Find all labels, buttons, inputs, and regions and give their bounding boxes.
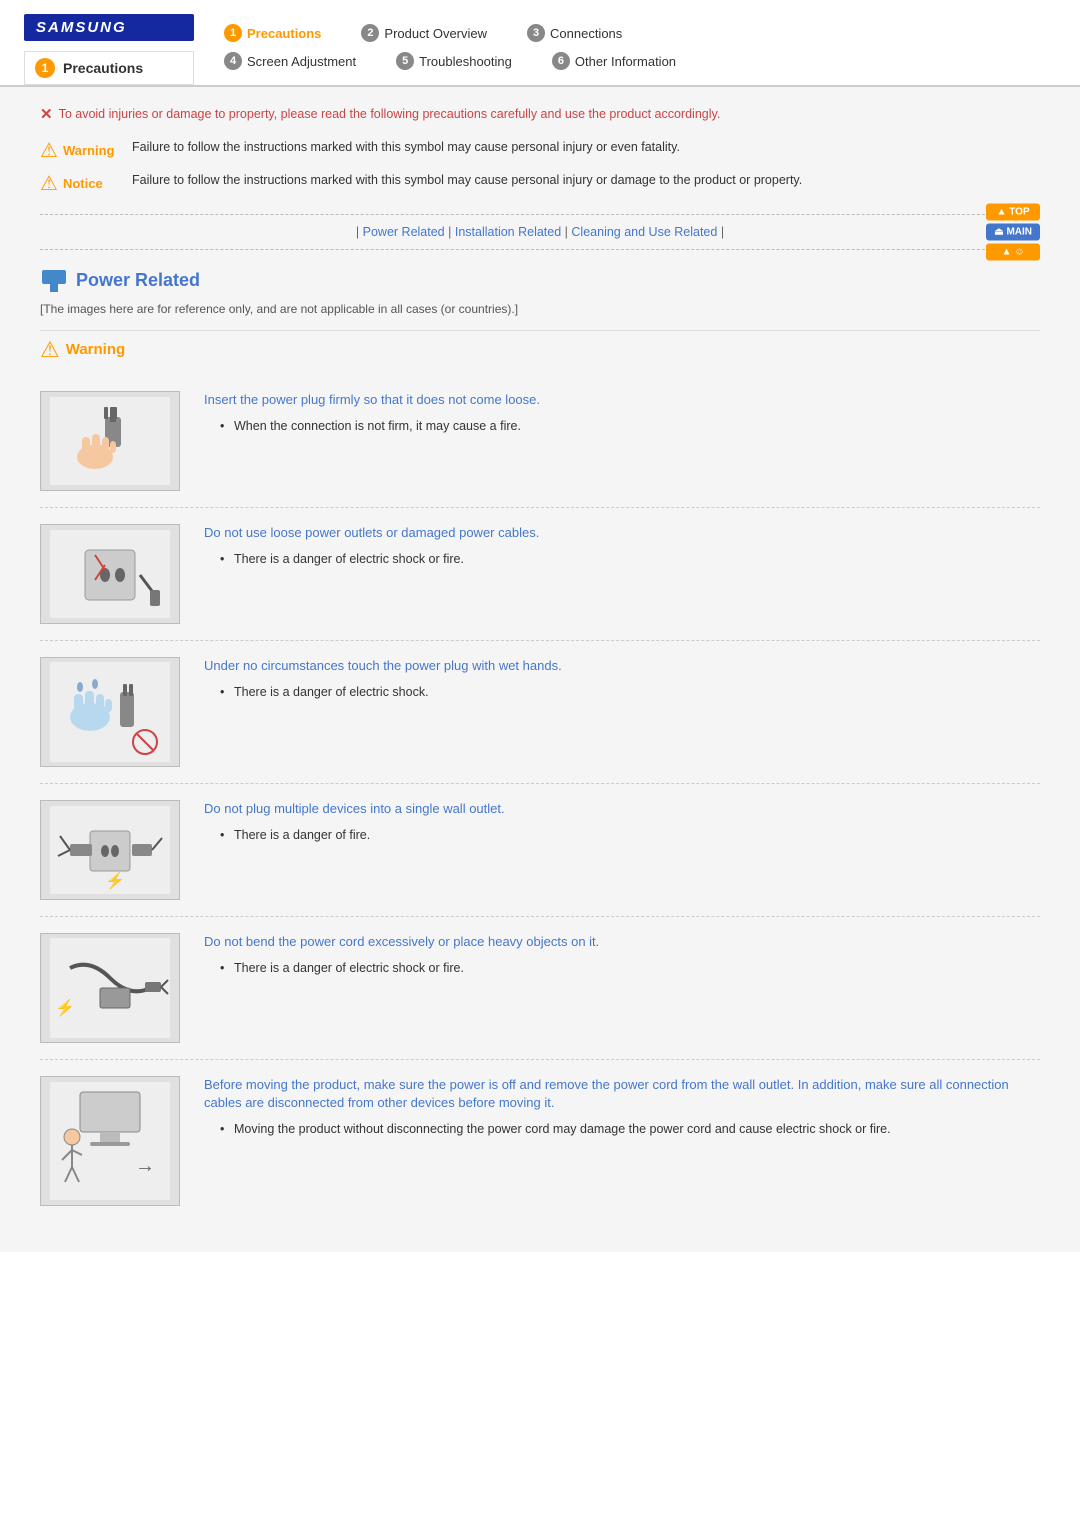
power-section-label: Power Related [76,270,200,291]
instruction-bullets-6: • Moving the product without disconnecti… [204,1120,1040,1139]
link-cleaning-use-related[interactable]: Cleaning and Use Related [571,225,717,239]
warning-badge-row: ⚠ Warning Failure to follow the instruct… [40,138,1040,163]
bullet-3-0: • There is a danger of electric shock. [220,683,1040,702]
instruction-title-1: Insert the power plug firmly so that it … [204,391,1040,409]
instruction-img-6: → [40,1076,180,1206]
instruction-row-4: ⚡ Do not plug multiple devices into a si… [40,784,1040,917]
nav-item-screen-adjustment[interactable]: 4 Screen Adjustment [224,52,356,70]
instruction-bullets-1: • When the connection is not firm, it ma… [204,417,1040,436]
nav-row-2: 4 Screen Adjustment 5 Troubleshooting 6 … [224,52,1056,70]
svg-text:⚡: ⚡ [55,998,75,1017]
nav-item-precautions[interactable]: 1 Precautions [224,24,321,42]
nav-item-other-information[interactable]: 6 Other Information [552,52,676,70]
notice-bar: ✕ To avoid injuries or damage to propert… [40,105,1040,124]
links-bar: | Power Related | Installation Related |… [40,214,1040,250]
bullet-4-0: • There is a danger of fire. [220,826,1040,845]
instruction-row-6: → Before moving the product, make sure t… [40,1060,1040,1222]
warning-label: Warning [63,143,115,158]
instruction-content-4: Do not plug multiple devices into a sing… [204,800,1040,845]
instruction-title-3: Under no circumstances touch the power p… [204,657,1040,675]
instruction-row-5: ⚡ Do not bend the power cord excessively… [40,917,1040,1060]
notice-triangle-icon: ⚠ [40,171,58,196]
warning-section-label: ⚠ Warning [40,330,1040,369]
top-button[interactable]: ▲ TOP [986,203,1040,220]
notice-badge-row: ⚠ Notice Failure to follow the instructi… [40,171,1040,196]
badges-container: ⚠ Warning Failure to follow the instruct… [40,138,1040,196]
instruction-title-6: Before moving the product, make sure the… [204,1076,1040,1112]
instruction-img-3 [40,657,180,767]
instruction-row-3: Under no circumstances touch the power p… [40,641,1040,784]
link-installation-related[interactable]: Installation Related [455,225,561,239]
up-button[interactable]: ▲ ☺ [986,243,1040,260]
instruction-row-2: Do not use loose power outlets or damage… [40,508,1040,641]
warning-badge: ⚠ Warning [40,138,120,163]
instruction-content-5: Do not bend the power cord excessively o… [204,933,1040,978]
instruction-content-3: Under no circumstances touch the power p… [204,657,1040,702]
link-power-related[interactable]: Power Related [363,225,445,239]
notice-badge: ⚠ Notice [40,171,120,196]
notice-text: Failure to follow the instructions marke… [132,171,802,190]
svg-text:⚡: ⚡ [105,871,125,890]
instruction-img-2 [40,524,180,624]
power-icon [40,270,68,292]
nav-item-product-overview[interactable]: 2 Product Overview [361,24,487,42]
x-icon: ✕ [40,105,53,123]
instruction-bullets-4: • There is a danger of fire. [204,826,1040,845]
notice-label: Notice [63,176,103,191]
instruction-content-6: Before moving the product, make sure the… [204,1076,1040,1139]
bullet-6-0: • Moving the product without disconnecti… [220,1120,1040,1139]
bullet-2-0: • There is a danger of electric shock or… [220,550,1040,569]
instruction-title-2: Do not use loose power outlets or damage… [204,524,1040,542]
power-section-title: Power Related [40,270,1040,292]
nav-item-connections[interactable]: 3 Connections [527,24,622,42]
warning-section-icon: ⚠ [40,337,60,363]
samsung-logo: SAMSUNG [24,14,194,41]
bullet-1-0: • When the connection is not firm, it ma… [220,417,1040,436]
warning-text: Failure to follow the instructions marke… [132,138,680,157]
instruction-bullets-3: • There is a danger of electric shock. [204,683,1040,702]
svg-text:→: → [135,1155,155,1177]
instruction-title-4: Do not plug multiple devices into a sing… [204,800,1040,818]
precautions-label: Precautions [63,60,143,76]
instruction-img-1 [40,391,180,491]
instruction-bullets-5: • There is a danger of electric shock or… [204,959,1040,978]
precautions-num-badge: 1 [35,58,55,78]
instruction-row-1: Insert the power plug firmly so that it … [40,375,1040,508]
instruction-bullets-2: • There is a danger of electric shock or… [204,550,1040,569]
nav-row-1: 1 Precautions 2 Product Overview 3 Conne… [224,24,1056,42]
warning-section-text: Warning [66,341,125,358]
instruction-img-4: ⚡ [40,800,180,900]
reference-note: [The images here are for reference only,… [40,302,1040,316]
instruction-content-1: Insert the power plug firmly so that it … [204,391,1040,439]
main-button[interactable]: ⏏ MAIN [986,223,1040,240]
instruction-img-5: ⚡ [40,933,180,1043]
nav-item-troubleshooting[interactable]: 5 Troubleshooting [396,52,512,70]
instruction-title-5: Do not bend the power cord excessively o… [204,933,1040,951]
side-buttons: ▲ TOP ⏏ MAIN ▲ ☺ [986,203,1040,260]
bullet-5-0: • There is a danger of electric shock or… [220,959,1040,978]
instruction-content-2: Do not use loose power outlets or damage… [204,524,1040,569]
warning-triangle-icon: ⚠ [40,138,58,163]
